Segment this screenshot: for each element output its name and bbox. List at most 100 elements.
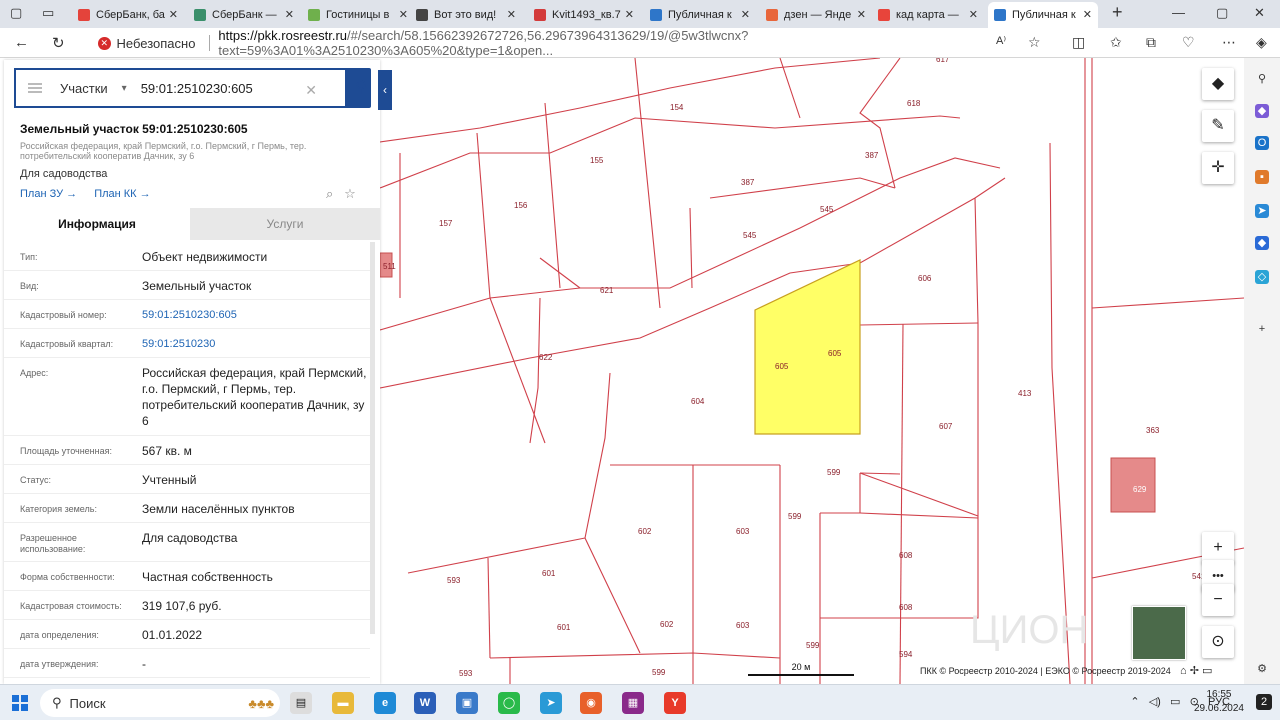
tab-close-icon[interactable]: ✕ <box>625 8 634 21</box>
task-view-icon[interactable]: ▤ <box>290 692 312 714</box>
compass-button[interactable]: ⊙ <box>1202 626 1234 658</box>
browser-essentials-icon[interactable]: ♡ <box>1182 34 1195 51</box>
chevron-down-icon[interactable]: ▾ <box>122 83 127 94</box>
copilot-icon[interactable]: ◈ <box>1256 34 1267 51</box>
telegram-icon[interactable]: ➤ <box>540 692 562 714</box>
battery-icon[interactable]: ▭ <box>1170 696 1180 708</box>
sidebar-outlook-icon[interactable]: O <box>1255 136 1269 150</box>
tab-favicon-icon <box>994 9 1006 21</box>
tab-services[interactable]: Услуги <box>190 208 380 240</box>
search-input[interactable]: Участки ▾ 59:01:2510230:605 ✕ <box>14 68 347 108</box>
browser-tab[interactable]: Гостиницы в ✕ <box>302 2 414 28</box>
workspaces-icon[interactable]: ▢ <box>10 5 22 21</box>
sidebar-copilot-icon[interactable]: ◆ <box>1255 104 1269 118</box>
browser-tab[interactable]: Вот это вид! ✕ <box>410 2 522 28</box>
read-aloud-icon[interactable]: A⁾ <box>996 34 1006 47</box>
explorer-icon[interactable]: ▬ <box>332 692 354 714</box>
locate-button[interactable]: ✛ <box>1202 152 1234 184</box>
parcel-label: 363 <box>1146 426 1160 435</box>
info-row-value: Российская федерация, край Пермский, г.о… <box>142 366 367 428</box>
tab-close-icon[interactable]: ✕ <box>169 8 178 21</box>
tab-close-icon[interactable]: ✕ <box>399 8 408 21</box>
document-search-icon[interactable]: ⌕ <box>326 186 333 201</box>
ruler-button[interactable]: ✎ <box>1202 110 1234 142</box>
info-row: дата утверждения: - <box>4 649 370 678</box>
sidebar-search-icon[interactable]: ⚲ <box>1255 72 1269 86</box>
more-menu-icon[interactable]: ⋯ <box>1222 34 1236 51</box>
sidebar-add-icon[interactable]: + <box>1255 322 1269 336</box>
panel-scrollbar[interactable] <box>370 242 375 634</box>
pin-icon[interactable]: ✢ <box>1190 665 1199 677</box>
clear-icon[interactable]: ✕ <box>305 82 317 99</box>
info-row-key: Категория земель: <box>20 504 97 514</box>
tab-close-icon[interactable]: ✕ <box>969 8 978 21</box>
remote-app-icon[interactable]: ▣ <box>456 692 478 714</box>
windows-start-icon[interactable] <box>12 695 28 711</box>
tab-information[interactable]: Информация <box>4 208 190 240</box>
edge-icon[interactable]: e <box>374 692 396 714</box>
clock[interactable]: 16:55 29.06.2024 <box>1194 688 1244 716</box>
back-icon[interactable]: ← <box>14 34 29 51</box>
satellite-minimap[interactable] <box>1132 606 1186 660</box>
info-row-link[interactable]: 59:01:2510230 <box>142 336 367 352</box>
whatsapp-icon[interactable]: ◯ <box>498 692 520 714</box>
sidebar-tools-icon[interactable]: ▪ <box>1255 170 1269 184</box>
search-icon[interactable]: ⚲ <box>355 77 367 97</box>
parcel-label: 594 <box>899 650 913 659</box>
info-row-key: Форма собственности: <box>20 572 115 582</box>
notification-badge[interactable]: 2 <box>1256 694 1272 710</box>
favorite-icon[interactable]: ☆ <box>344 186 356 201</box>
close-icon[interactable]: ✕ <box>1254 5 1265 21</box>
browser-tab[interactable]: СберБанк, ба ✕ <box>72 2 184 28</box>
sidebar-games-icon[interactable]: ◇ <box>1255 270 1269 284</box>
new-tab-button[interactable]: + <box>1112 2 1123 23</box>
word-icon[interactable]: W <box>414 692 436 714</box>
yandex-icon[interactable]: Y <box>664 692 686 714</box>
clock-time: 16:55 <box>1206 689 1232 700</box>
browser-tab[interactable]: Публичная к ✕ <box>988 2 1098 28</box>
tab-close-icon[interactable]: ✕ <box>857 8 866 21</box>
browser-tab[interactable]: СберБанк — ✕ <box>188 2 300 28</box>
favorites-icon[interactable]: ✩ <box>1110 34 1122 51</box>
tab-close-icon[interactable]: ✕ <box>507 8 516 21</box>
split-screen-icon[interactable]: ◫ <box>1072 34 1085 51</box>
info-row-link[interactable]: 59:01:2510230:605 <box>142 307 367 323</box>
plan-kk-link[interactable]: План КК → <box>94 188 150 200</box>
browser-tab[interactable]: кад карта — ✕ <box>872 2 984 28</box>
screen-icon[interactable]: ▭ <box>1202 665 1212 677</box>
favorite-star-icon[interactable]: ☆ <box>1028 34 1041 51</box>
volume-icon[interactable]: ◁) <box>1149 696 1161 708</box>
menu-icon[interactable] <box>28 83 42 93</box>
parcel-layer[interactable]: ЦИОН 154 618 155 387 387 545 545 157 156 621 606 62… <box>380 58 1244 684</box>
parcel-label: 622 <box>539 353 553 362</box>
search-value[interactable]: 59:01:2510230:605 <box>141 81 253 96</box>
url-field[interactable]: ✕ Небезопасно https://pkk.rosreestr.ru/#… <box>90 28 1050 58</box>
collapse-panel-button[interactable]: ‹ <box>378 70 392 110</box>
zoom-out-button[interactable]: − <box>1202 584 1234 616</box>
sidebar-send-icon[interactable]: ➤ <box>1255 204 1269 218</box>
maximize-icon[interactable]: ▢ <box>1216 5 1228 21</box>
map-footer-icons: ⌂ ✢ ▭ <box>1180 664 1212 677</box>
tab-close-icon[interactable]: ✕ <box>285 8 294 21</box>
winrar-icon[interactable]: ▦ <box>622 692 644 714</box>
minimize-icon[interactable]: — <box>1172 5 1185 20</box>
tab-close-icon[interactable]: ✕ <box>741 8 750 21</box>
firefox-icon[interactable]: ◉ <box>580 692 602 714</box>
refresh-icon[interactable]: ↻ <box>52 34 65 52</box>
tab-close-icon[interactable]: ✕ <box>1083 8 1092 21</box>
tray-chevron-icon[interactable]: ⌃ <box>1130 696 1139 708</box>
search-type-select[interactable]: Участки <box>60 81 108 96</box>
cadastral-map[interactable]: ЦИОН 154 618 155 387 387 545 545 157 156 621 606 62… <box>380 58 1244 684</box>
tab-actions-icon[interactable]: ▭ <box>42 5 54 21</box>
browser-tab[interactable]: дзен — Янде ✕ <box>760 2 872 28</box>
sidebar-settings-icon[interactable]: ⚙ <box>1255 662 1269 676</box>
collections-icon[interactable]: ⧉ <box>1146 34 1156 51</box>
sidebar-shopping-icon[interactable]: ◆ <box>1255 236 1269 250</box>
taskbar-search[interactable]: ⚲ Поиск ♣♣♣ <box>40 689 280 717</box>
plan-zu-link[interactable]: План ЗУ → <box>20 188 77 200</box>
home-icon[interactable]: ⌂ <box>1180 665 1187 677</box>
browser-tab[interactable]: Публичная к ✕ <box>644 2 756 28</box>
info-row-key: Вид: <box>20 281 39 291</box>
browser-tab[interactable]: Kvit1493_кв.7 ✕ <box>528 2 640 28</box>
layers-button[interactable]: ◆ <box>1202 68 1234 100</box>
